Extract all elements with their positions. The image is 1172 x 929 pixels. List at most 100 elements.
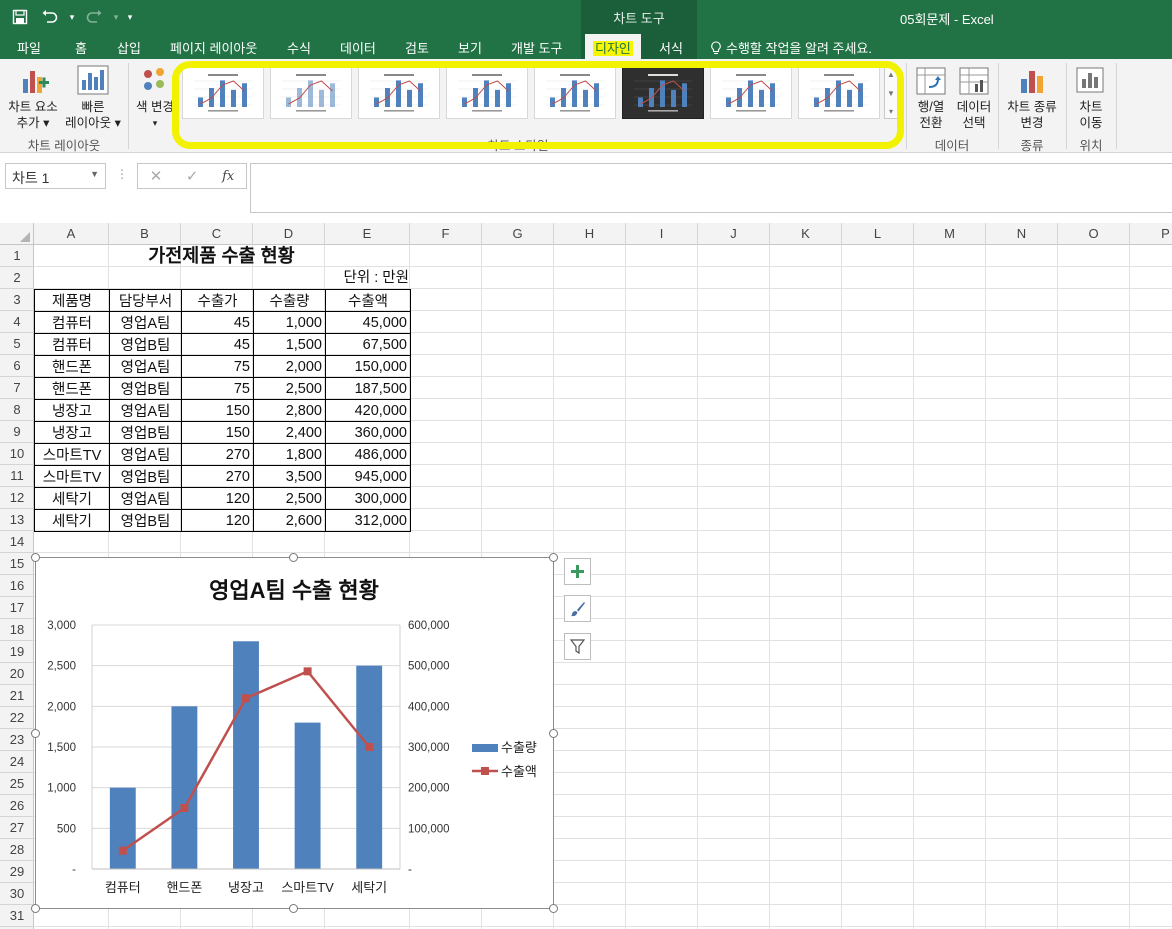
cell-department[interactable]: 영업B팀 bbox=[109, 509, 182, 532]
row-header[interactable]: 24 bbox=[0, 751, 34, 773]
tell-me-box[interactable]: 수행할 작업을 알려 주세요. bbox=[710, 38, 872, 57]
gallery-up-icon[interactable]: ▲ bbox=[887, 70, 895, 79]
cell-amount[interactable]: 45,000 bbox=[325, 311, 411, 334]
column-header[interactable]: L bbox=[842, 223, 914, 245]
cell-department[interactable]: 영업A팀 bbox=[109, 311, 182, 334]
header-price[interactable]: 수출가 bbox=[181, 289, 254, 312]
cell-price[interactable]: 45 bbox=[181, 333, 254, 356]
row-header[interactable]: 8 bbox=[0, 399, 34, 421]
cell-product[interactable]: 스마트TV bbox=[34, 465, 110, 488]
row-header[interactable]: 16 bbox=[0, 575, 34, 597]
resize-handle-bottom-right[interactable] bbox=[549, 904, 558, 913]
cell-product[interactable]: 핸드폰 bbox=[34, 355, 110, 378]
select-data-button[interactable]: 데이터 선택 bbox=[954, 67, 994, 131]
enter-icon[interactable]: ✓ bbox=[186, 167, 199, 185]
row-header[interactable]: 13 bbox=[0, 509, 34, 531]
cell-price[interactable]: 150 bbox=[181, 421, 254, 444]
row-header[interactable]: 7 bbox=[0, 377, 34, 399]
row-header[interactable]: 1 bbox=[0, 245, 34, 267]
column-header[interactable]: J bbox=[698, 223, 770, 245]
cell-amount[interactable]: 187,500 bbox=[325, 377, 411, 400]
name-box-dropdown-icon[interactable]: ▼ bbox=[90, 169, 99, 179]
redo-dropdown-icon[interactable]: ▾ bbox=[110, 4, 122, 30]
cell-department[interactable]: 영업B팀 bbox=[109, 465, 182, 488]
row-header[interactable]: 18 bbox=[0, 619, 34, 641]
change-chart-type-button[interactable]: 차트 종류 변경 bbox=[1002, 67, 1062, 131]
chart-style-thumbnail[interactable] bbox=[622, 67, 704, 119]
cell-amount[interactable]: 945,000 bbox=[325, 465, 411, 488]
cell-product[interactable]: 컴퓨터 bbox=[34, 311, 110, 334]
quick-layout-button[interactable]: 빠른 레이아웃 ▾ bbox=[62, 65, 124, 131]
tab-review[interactable]: 검토 bbox=[405, 38, 429, 57]
column-header[interactable]: A bbox=[34, 223, 109, 245]
chart-style-thumbnail[interactable] bbox=[446, 67, 528, 119]
cell-product[interactable]: 냉장고 bbox=[34, 399, 110, 422]
tab-developer[interactable]: 개발 도구 bbox=[511, 38, 562, 57]
insert-function-icon[interactable]: fx bbox=[222, 169, 234, 184]
cell-price[interactable]: 270 bbox=[181, 443, 254, 466]
add-chart-element-button[interactable]: 차트 요소 추가 ▾ bbox=[4, 65, 62, 131]
cell-product[interactable]: 컴퓨터 bbox=[34, 333, 110, 356]
resize-handle-right[interactable] bbox=[549, 729, 558, 738]
row-header[interactable]: 6 bbox=[0, 355, 34, 377]
resize-handle-top[interactable] bbox=[289, 553, 298, 562]
column-header[interactable]: H bbox=[554, 223, 626, 245]
cell-quantity[interactable]: 3,500 bbox=[253, 465, 326, 488]
column-header[interactable]: M bbox=[914, 223, 986, 245]
cell-amount[interactable]: 300,000 bbox=[325, 487, 411, 510]
resize-handle-bottom[interactable] bbox=[289, 904, 298, 913]
row-header[interactable]: 21 bbox=[0, 685, 34, 707]
column-header[interactable]: G bbox=[482, 223, 554, 245]
column-header[interactable]: D bbox=[253, 223, 325, 245]
sheet-title[interactable]: 가전제품 수출 현황 bbox=[34, 245, 409, 267]
cell-amount[interactable]: 360,000 bbox=[325, 421, 411, 444]
cell-department[interactable]: 영업B팀 bbox=[109, 421, 182, 444]
row-header[interactable]: 15 bbox=[0, 553, 34, 575]
gallery-down-icon[interactable]: ▼ bbox=[887, 89, 895, 98]
resize-handle-bottom-left[interactable] bbox=[31, 904, 40, 913]
tab-format[interactable]: 서식 bbox=[659, 38, 683, 57]
tab-file[interactable]: 파일 bbox=[17, 38, 41, 57]
column-header[interactable]: N bbox=[986, 223, 1058, 245]
save-icon[interactable] bbox=[6, 4, 34, 30]
change-colors-button[interactable]: 색 변경 ▾ bbox=[132, 65, 178, 131]
row-header[interactable]: 5 bbox=[0, 333, 34, 355]
row-header[interactable]: 12 bbox=[0, 487, 34, 509]
switch-row-column-button[interactable]: 행/열 전환 bbox=[910, 67, 952, 131]
cell-quantity[interactable]: 2,500 bbox=[253, 487, 326, 510]
column-header[interactable]: C bbox=[181, 223, 253, 245]
cell-quantity[interactable]: 2,400 bbox=[253, 421, 326, 444]
cell-price[interactable]: 150 bbox=[181, 399, 254, 422]
header-product[interactable]: 제품명 bbox=[34, 289, 110, 312]
chart-style-thumbnail[interactable] bbox=[798, 67, 880, 119]
cell-price[interactable]: 120 bbox=[181, 487, 254, 510]
chart-style-thumbnail[interactable] bbox=[270, 67, 352, 119]
tab-insert[interactable]: 삽입 bbox=[117, 38, 141, 57]
cell-amount[interactable]: 486,000 bbox=[325, 443, 411, 466]
cell-product[interactable]: 스마트TV bbox=[34, 443, 110, 466]
resize-handle-top-right[interactable] bbox=[549, 553, 558, 562]
cell-amount[interactable]: 312,000 bbox=[325, 509, 411, 532]
row-header[interactable]: 27 bbox=[0, 817, 34, 839]
column-header[interactable]: F bbox=[410, 223, 482, 245]
cell-product[interactable]: 세탁기 bbox=[34, 487, 110, 510]
cell-price[interactable]: 270 bbox=[181, 465, 254, 488]
cell-department[interactable]: 영업A팀 bbox=[109, 487, 182, 510]
column-header[interactable]: I bbox=[626, 223, 698, 245]
cell-quantity[interactable]: 2,000 bbox=[253, 355, 326, 378]
cell-price[interactable]: 120 bbox=[181, 509, 254, 532]
cancel-icon[interactable]: ✕ bbox=[150, 167, 163, 185]
cell-quantity[interactable]: 1,800 bbox=[253, 443, 326, 466]
tab-formulas[interactable]: 수식 bbox=[287, 38, 311, 57]
chart-object[interactable]: 영업A팀 수출 현황 - - 500 100,000 1,000 200,000 1,500 3… bbox=[35, 557, 554, 909]
chart-elements-button[interactable] bbox=[564, 558, 591, 585]
column-header[interactable]: O bbox=[1058, 223, 1130, 245]
chart-filters-button[interactable] bbox=[564, 633, 591, 660]
resize-handle-left[interactable] bbox=[31, 729, 40, 738]
cell-department[interactable]: 영업A팀 bbox=[109, 355, 182, 378]
export-data-table[interactable]: 제품명 담당부서 수출가 수출량 수출액 컴퓨터 영업A팀 45 1,000 45,00… bbox=[34, 289, 411, 532]
row-header[interactable]: 10 bbox=[0, 443, 34, 465]
select-all-button[interactable] bbox=[0, 223, 34, 245]
resize-handle-top-left[interactable] bbox=[31, 553, 40, 562]
column-header[interactable]: B bbox=[109, 223, 181, 245]
